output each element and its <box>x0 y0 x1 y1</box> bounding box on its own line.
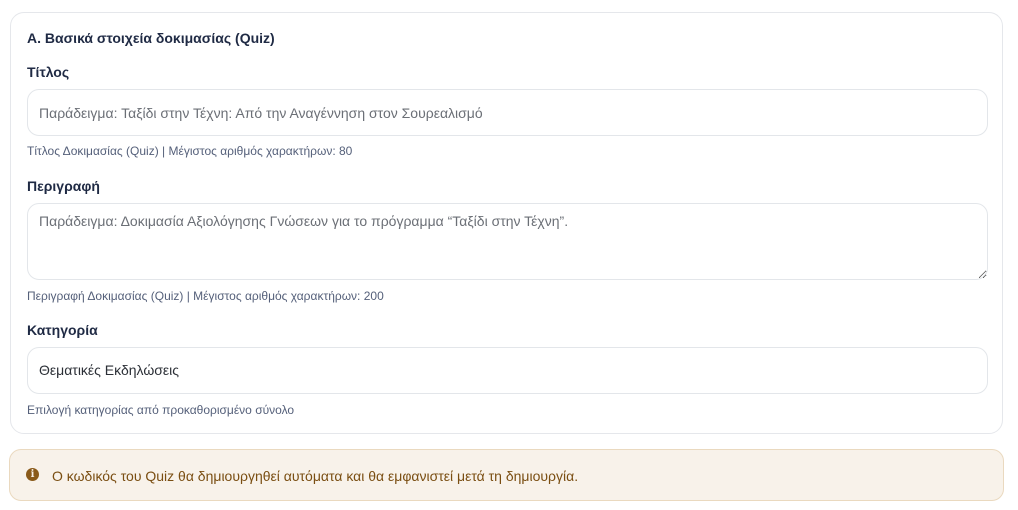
category-selected-value: Θεματικές Εκδηλώσεις <box>39 362 180 378</box>
info-icon: i <box>26 468 39 481</box>
title-label: Τίτλος <box>27 64 70 80</box>
section-title: Α. Βασικά στοιχεία δοκιμασίας (Quiz) <box>27 30 275 46</box>
description-label: Περιγραφή <box>27 178 100 194</box>
title-help-text: Τίτλος Δοκιμασίας (Quiz) | Μέγιστος αριθ… <box>27 144 353 158</box>
category-help-text: Επιλογή κατηγορίας από προκαθορισμένο σύ… <box>27 403 295 417</box>
description-help-text: Περιγραφή Δοκιμασίας (Quiz) | Μέγιστος α… <box>27 289 384 303</box>
description-textarea[interactable] <box>27 203 988 280</box>
info-message: Ο κωδικός του Quiz θα δημιουργηθεί αυτόμ… <box>52 468 579 484</box>
quiz-basic-info-card: Α. Βασικά στοιχεία δοκιμασίας (Quiz) Τίτ… <box>10 12 1003 434</box>
category-label: Κατηγορία <box>27 322 98 338</box>
title-input[interactable] <box>27 89 988 136</box>
category-select[interactable]: Θεματικές Εκδηλώσεις <box>27 347 988 394</box>
quiz-code-info-banner: i Ο κωδικός του Quiz θα δημιουργηθεί αυτ… <box>9 449 1004 501</box>
